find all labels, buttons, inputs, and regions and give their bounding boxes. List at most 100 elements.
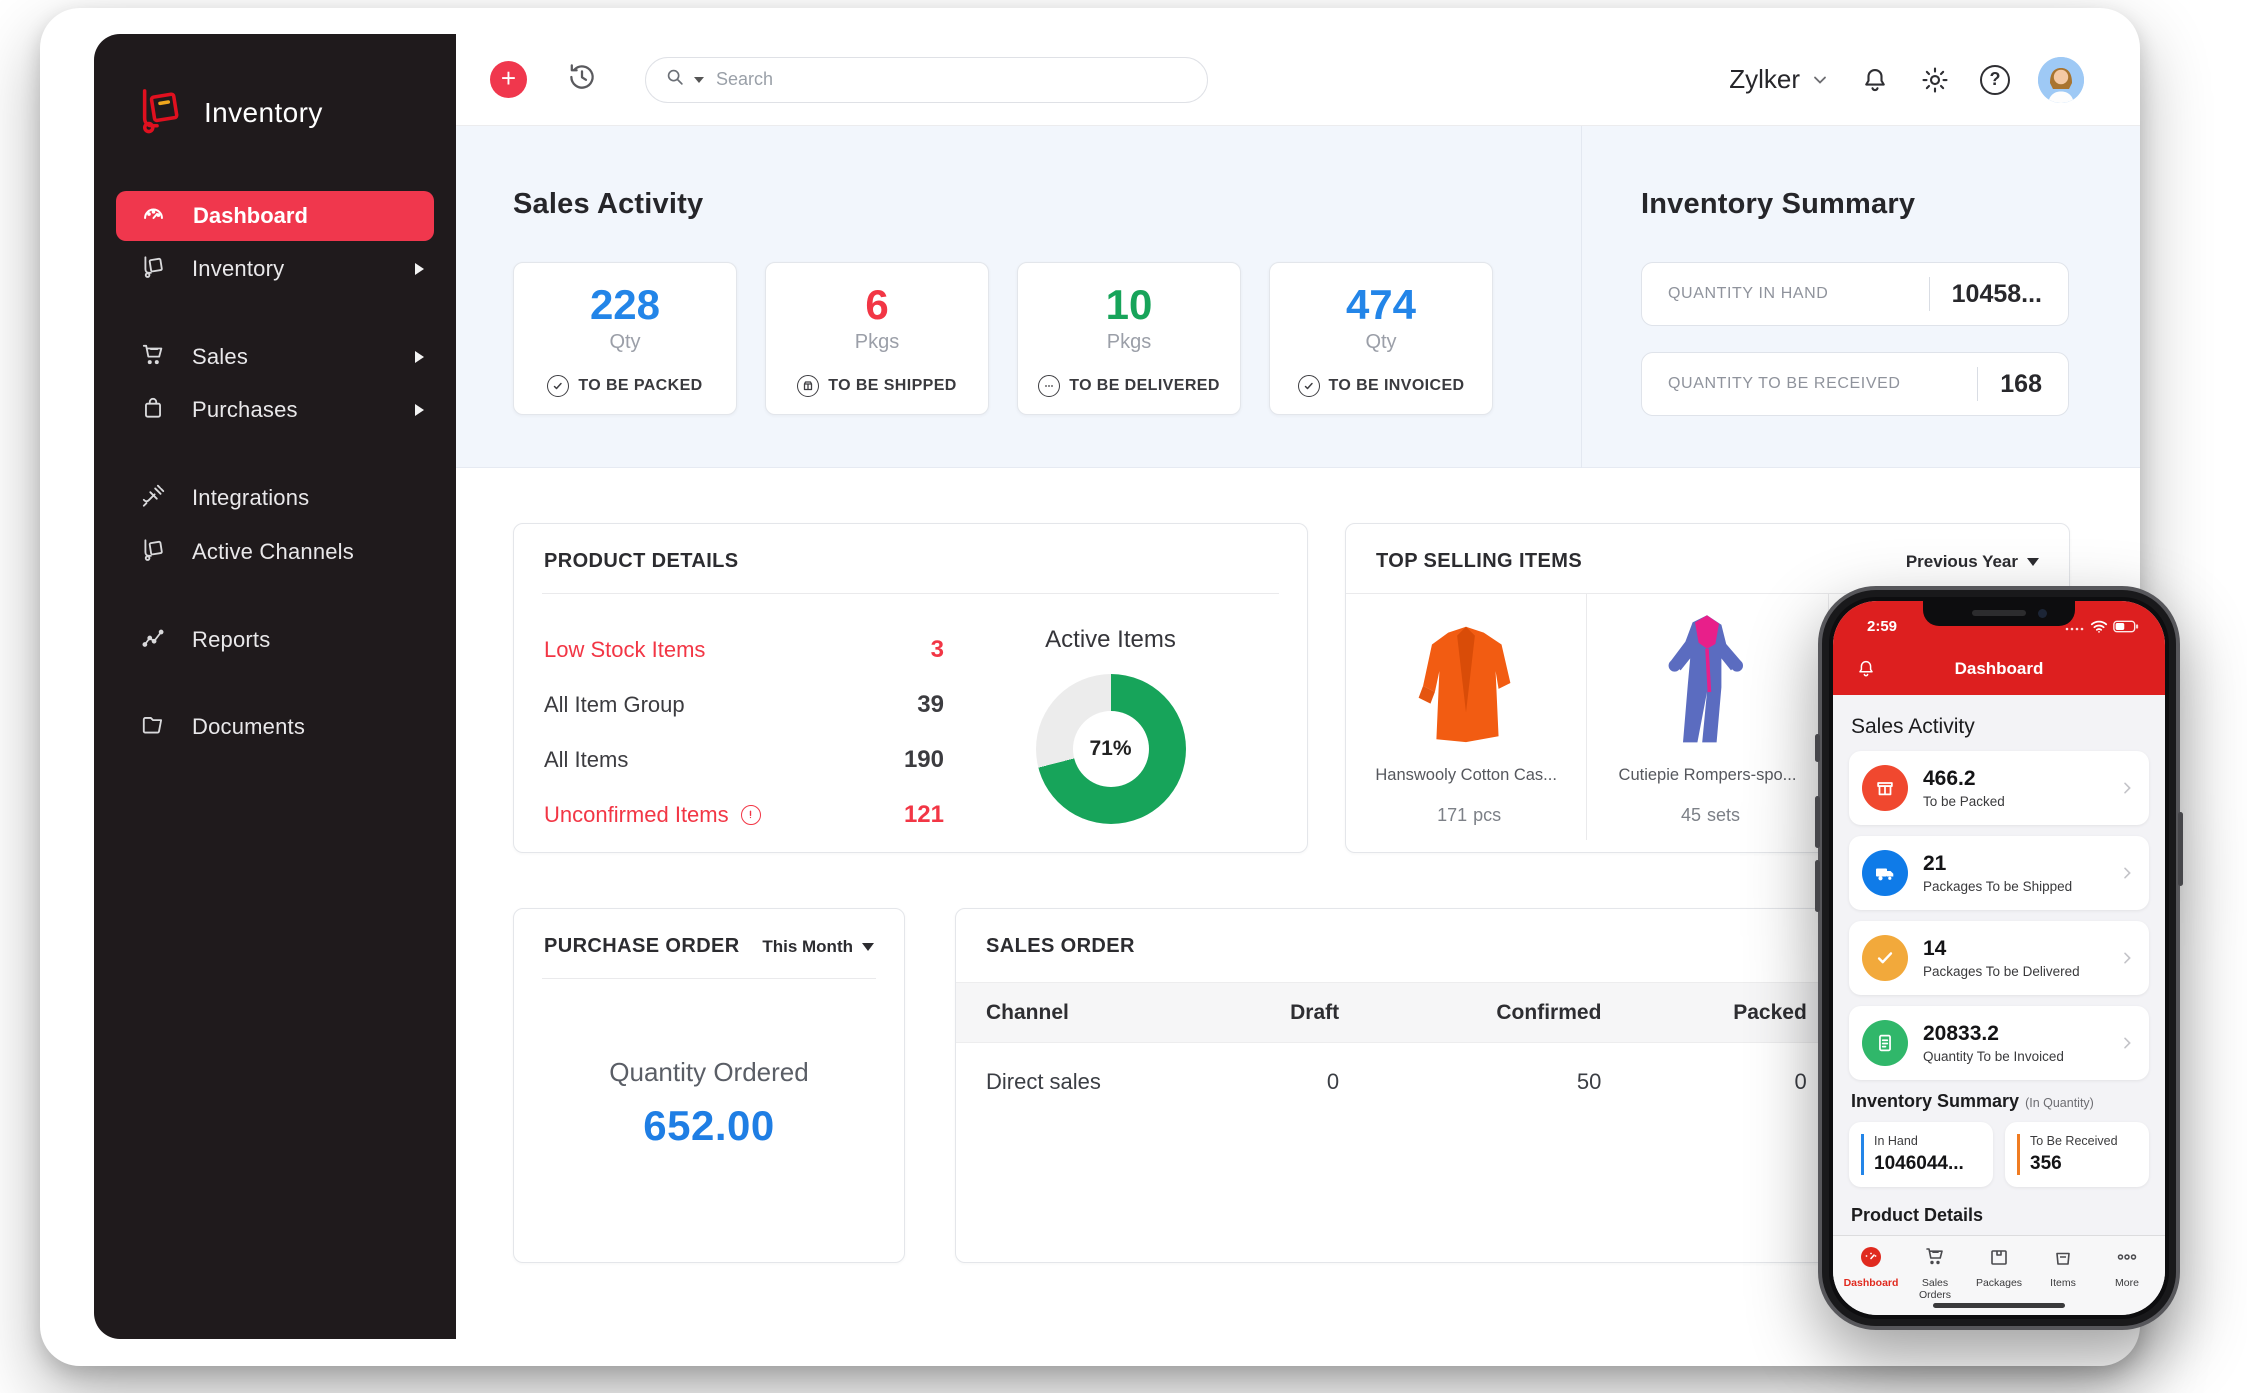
sidebar-item-purchases[interactable]: Purchases — [94, 384, 456, 436]
chevron-right-icon — [2119, 865, 2135, 881]
to-be-shipped-card[interactable]: 6 Pkgs TO BE SHIPPED — [765, 262, 989, 415]
shopping-bag-icon — [140, 395, 166, 426]
to-be-invoiced-card[interactable]: 474 Qty TO BE INVOICED — [1269, 262, 1493, 415]
metric-unit: Qty — [1365, 331, 1397, 353]
row-value: 190 — [903, 745, 944, 773]
sidebar: Inventory Dashboard Inventory Sales Purc… — [94, 34, 456, 1339]
recent-history-button[interactable] — [565, 60, 599, 99]
phone-body: Sales Activity 466.2 To be Packed 21 Pac… — [1833, 695, 2165, 1235]
metric-label: TO BE INVOICED — [1328, 377, 1465, 394]
notifications-button[interactable] — [1860, 65, 1890, 95]
phone-status-bar: 2:59 — [1833, 601, 2165, 643]
sidebar-item-label: Purchases — [192, 397, 298, 422]
field-label: QUANTITY TO BE RECEIVED — [1668, 375, 1901, 392]
global-search[interactable] — [645, 56, 1208, 103]
search-scope-caret-icon[interactable] — [694, 76, 704, 83]
sidebar-item-sales[interactable]: Sales — [94, 331, 456, 383]
screenshot-stage: Inventory Dashboard Inventory Sales Purc… — [0, 0, 2247, 1393]
package-icon — [1862, 765, 1908, 811]
tab-more[interactable]: More — [2097, 1245, 2157, 1315]
metric-label: TO BE SHIPPED — [828, 377, 957, 394]
phone-to-be-shipped-card[interactable]: 21 Packages To be Shipped — [1849, 836, 2149, 910]
search-input[interactable] — [716, 69, 1189, 90]
metric-value: 1046044... — [1874, 1153, 1964, 1174]
gear-icon — [1922, 66, 1948, 93]
list-item[interactable]: Unconfirmed Items 121 — [544, 787, 944, 842]
sidebar-item-active-channels[interactable]: Active Channels — [94, 526, 456, 578]
product-qty: 45 sets — [1680, 805, 1741, 825]
history-clock-icon — [565, 60, 599, 99]
period-dropdown[interactable]: This Month — [762, 937, 874, 957]
column-header[interactable]: Draft — [1218, 982, 1380, 1043]
check-icon — [1862, 935, 1908, 981]
tab-dashboard[interactable]: Dashboard — [1841, 1245, 1901, 1315]
submenu-arrow-icon — [415, 263, 424, 275]
phone-to-be-delivered-card[interactable]: 14 Packages To be Delivered — [1849, 921, 2149, 995]
metric-unit: Qty — [609, 331, 641, 353]
product-name: Cutiepie Rompers-spo... — [1618, 766, 1797, 784]
sidebar-item-integrations[interactable]: Integrations — [94, 472, 456, 524]
quantity-to-be-received-field[interactable]: QUANTITY TO BE RECEIVED 168 — [1641, 352, 2069, 416]
card-title: SALES ORDER — [986, 935, 1135, 957]
phone-to-be-invoiced-card[interactable]: 20833.2 Quantity To be Invoiced — [1849, 1006, 2149, 1080]
period-dropdown[interactable]: Previous Year — [1906, 552, 2039, 572]
column-header[interactable]: Packed — [1641, 982, 1847, 1043]
metric-label: TO BE PACKED — [578, 377, 703, 394]
top-selling-item[interactable]: Hanswooly Cotton Cas... 171 pcs — [1346, 594, 1586, 840]
brand-name: Inventory — [204, 97, 323, 128]
phone-in-hand-card[interactable]: In Hand 1046044... — [1849, 1122, 1993, 1187]
list-item[interactable]: All Item Group 39 — [544, 677, 944, 732]
sidebar-item-documents[interactable]: Documents — [94, 701, 456, 753]
to-be-packed-card[interactable]: 228 Qty TO BE PACKED — [513, 262, 737, 415]
metric-value: 6 — [865, 281, 889, 328]
org-name: Zylker — [1729, 64, 1800, 94]
dolly-icon — [140, 537, 166, 568]
sidebar-item-inventory[interactable]: Inventory — [94, 243, 456, 295]
list-item[interactable]: Low Stock Items 3 — [544, 622, 944, 677]
add-new-button[interactable]: + — [490, 61, 527, 98]
product-details-list: Low Stock Items 3 All Item Group 39 All … — [544, 622, 944, 842]
ellipsis-circle-icon — [1038, 375, 1061, 397]
cart-icon — [140, 342, 166, 373]
column-header[interactable]: Confirmed — [1379, 982, 1642, 1043]
cart-icon — [1926, 1248, 1943, 1265]
user-avatar[interactable] — [2038, 56, 2084, 103]
metric-label: Packages To be Shipped — [1923, 879, 2073, 894]
settings-button[interactable] — [1920, 65, 1950, 95]
wifi-icon — [2090, 620, 2108, 633]
phone-to-be-received-card[interactable]: To Be Received 356 — [2005, 1122, 2149, 1187]
home-indicator[interactable] — [1933, 1303, 2065, 1308]
phone-volume-down-button — [1815, 860, 1820, 912]
org-switcher[interactable]: Zylker — [1729, 64, 1830, 95]
plug-icon — [140, 483, 166, 514]
list-item[interactable]: All Items 190 — [544, 732, 944, 787]
package-box-icon — [1991, 1250, 2007, 1265]
check-circle-icon — [547, 375, 570, 397]
sidebar-item-label: Inventory — [192, 256, 285, 281]
bell-icon — [1865, 68, 1885, 91]
sidebar-item-reports[interactable]: Reports — [94, 614, 456, 666]
sidebar-nav: Dashboard Inventory Sales Purchases Inte… — [94, 174, 456, 753]
active-items-block: Active Items 71% — [944, 622, 1277, 842]
field-value: 10458... — [1951, 279, 2042, 308]
to-be-delivered-card[interactable]: 10 Pkgs TO BE DELIVERED — [1017, 262, 1241, 415]
phone-screen: 2:59 Dashboard Sales Activity 466.2 To b… — [1833, 601, 2165, 1315]
dolly-icon — [140, 254, 166, 285]
metric-value: 10 — [1105, 281, 1153, 328]
dashboard-gauge-icon — [140, 200, 167, 232]
check-circle-icon — [1297, 375, 1320, 397]
row-value: 121 — [903, 800, 944, 828]
sidebar-item-label: Dashboard — [193, 203, 308, 228]
metric-label: In Hand — [1874, 1134, 1918, 1148]
column-header[interactable]: Channel — [956, 982, 1219, 1043]
row-label: Unconfirmed Items — [544, 802, 761, 828]
phone-to-be-packed-card[interactable]: 466.2 To be Packed — [1849, 751, 2149, 825]
top-selling-item[interactable]: Cutiepie Rompers-spo... 45 sets — [1586, 594, 1827, 840]
metric-value: 20833.2 — [1923, 1022, 1999, 1045]
sidebar-item-dashboard[interactable]: Dashboard — [116, 191, 434, 241]
metric-value: 228 — [589, 281, 661, 328]
field-divider — [1928, 277, 1930, 311]
metric-value: 652.00 — [643, 1102, 775, 1149]
help-button[interactable]: ? — [1980, 64, 2010, 95]
quantity-in-hand-field[interactable]: QUANTITY IN HAND 10458... — [1641, 262, 2069, 326]
